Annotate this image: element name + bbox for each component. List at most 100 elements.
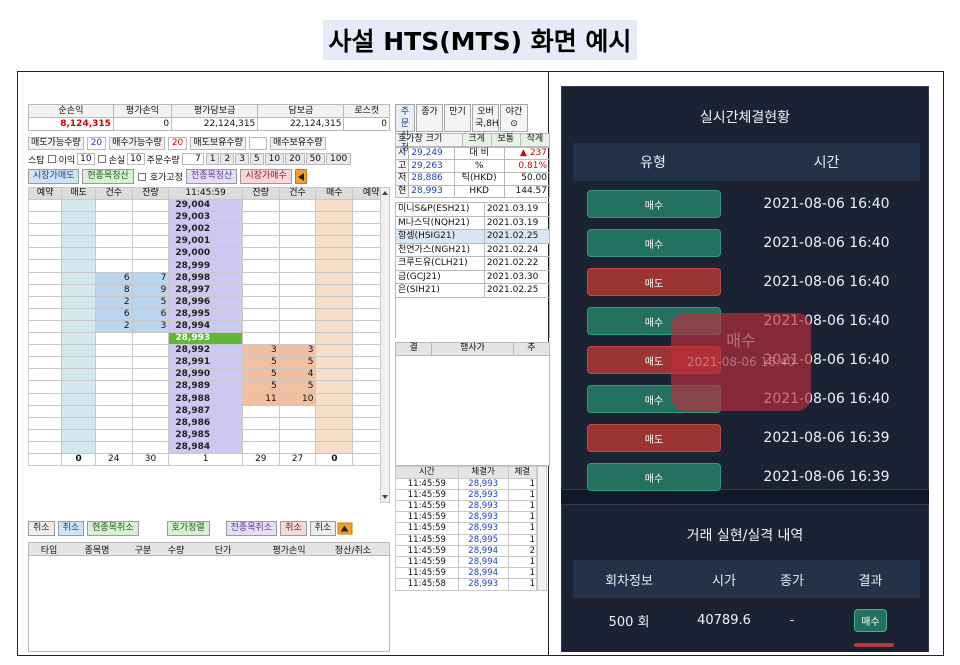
ladder-cell[interactable] [27, 319, 63, 334]
side-top-button[interactable]: 야간 ⊙ [500, 104, 528, 132]
qty-preset-button[interactable]: 2 [220, 153, 235, 165]
ladder-cell[interactable] [61, 380, 96, 394]
ladder-cell[interactable] [27, 307, 63, 321]
size-normal-button[interactable]: 보통 [490, 133, 521, 147]
ladder-cell[interactable] [315, 332, 354, 346]
ladder-row[interactable]: 2 3 28,994 [27, 319, 390, 334]
ladder-cell[interactable] [315, 271, 354, 285]
qty-preset-button[interactable]: 100 [326, 153, 352, 165]
ladder-cell[interactable] [27, 283, 63, 297]
ladder-row[interactable]: 6 7 28,998 [27, 271, 390, 285]
ladder-row[interactable]: 29,000 [27, 247, 390, 261]
cancel-button[interactable]: 호가정렬 [166, 520, 210, 536]
ladder-cell[interactable] [61, 356, 96, 370]
ladder-cell[interactable] [315, 356, 354, 370]
ladder-row[interactable]: 28,993 [27, 332, 390, 346]
qty-preset-button[interactable]: 5 [249, 153, 264, 165]
market-buy-button[interactable]: 시장가매수 [240, 169, 292, 184]
qty-preset-button[interactable]: 10 [264, 153, 285, 165]
qty-preset-button[interactable]: 1 [205, 153, 220, 165]
close-current-button[interactable]: 현종목청산 [82, 169, 134, 184]
cancel-button[interactable]: 현종목취소 [87, 520, 139, 536]
ladder-cell[interactable] [27, 428, 63, 442]
side-top-button[interactable]: 만기 [444, 104, 471, 132]
history-row[interactable]: 500 회 40789.6 - 매수 [573, 601, 920, 639]
ladder-cell[interactable] [61, 223, 96, 237]
ladder-cell[interactable] [61, 307, 96, 321]
ladder-row[interactable]: 28,988 11 10 [27, 392, 390, 406]
ladder-cell[interactable] [61, 368, 96, 382]
ladder-cell[interactable] [315, 247, 354, 261]
side-top-button[interactable]: 종가 [416, 104, 443, 132]
futures-item[interactable]: 은(SIH21) 2021.02.25 [395, 283, 551, 298]
futures-item[interactable]: 천연가스(NGH21) 2021.02.24 [395, 242, 551, 258]
ladder-cell[interactable] [315, 198, 354, 213]
tick-scrollbar[interactable] [537, 465, 547, 591]
ladder-cell[interactable] [27, 332, 63, 346]
ladder-row[interactable]: 28,987 [27, 404, 390, 418]
qty-preset-button[interactable]: 3 [235, 153, 249, 165]
ladder-row[interactable]: 28,991 5 5 [27, 356, 390, 370]
cancel-button[interactable]: 취소 [280, 520, 307, 536]
close-all-button[interactable]: 전종목청산 [185, 169, 238, 184]
fix-quote-checkbox[interactable] [137, 172, 146, 181]
futures-item[interactable]: 금(GCJ21) 2021.03.30 [395, 269, 551, 285]
fill-row[interactable]: 매수 2021-08-06 16:39 [573, 458, 920, 496]
ladder-cell[interactable] [61, 428, 96, 442]
up-arrow-icon[interactable] [337, 522, 353, 534]
ladder-cell[interactable] [315, 416, 354, 430]
ladder-cell[interactable] [61, 211, 96, 225]
ladder-cell[interactable] [61, 404, 96, 418]
fill-row[interactable]: 매수 2021-08-06 16:40 [573, 224, 920, 262]
ladder-cell[interactable] [27, 356, 63, 370]
ladder-cell[interactable] [315, 319, 354, 334]
ladder-cell[interactable] [27, 235, 63, 249]
ladder-cell[interactable] [61, 283, 96, 297]
ladder-cell[interactable] [61, 235, 96, 249]
ladder-cell[interactable] [315, 283, 354, 297]
ladder-row[interactable]: 8 9 28,997 [27, 283, 390, 297]
ladder-cell[interactable] [315, 428, 354, 442]
ladder-cell[interactable] [315, 440, 354, 454]
ladder-row[interactable]: 28,990 5 4 [27, 368, 390, 382]
ladder-row[interactable]: 29,004 [27, 198, 390, 213]
ladder-cell[interactable] [315, 307, 354, 321]
ladder-cell[interactable] [27, 295, 63, 309]
ladder-cell[interactable] [61, 295, 96, 309]
size-large-button[interactable]: 크게 [461, 133, 492, 147]
fill-row[interactable]: 매도 2021-08-06 16:39 [573, 419, 920, 457]
ladder-cell[interactable] [61, 259, 96, 273]
futures-item[interactable]: 미니S&P(ESH21) 2021.03.19 [395, 202, 551, 217]
ladder-cell[interactable] [315, 368, 354, 382]
ladder-cell[interactable] [27, 344, 63, 358]
ladder-row[interactable]: 6 6 28,995 [27, 307, 390, 321]
ladder-row[interactable]: 28,989 5 5 [27, 380, 390, 394]
ladder-cell[interactable] [61, 332, 96, 346]
futures-item[interactable]: 크루드유(CLH21) 2021.02.22 [395, 256, 551, 271]
ladder-cell[interactable] [315, 235, 354, 249]
ladder-cell[interactable] [27, 404, 63, 418]
profit-input[interactable]: 10 [77, 153, 95, 165]
futures-item[interactable]: 항셍(HSIG21) 2021.02.25 [395, 229, 551, 244]
side-top-button[interactable]: 오버 국,8H [472, 104, 499, 132]
size-small-button[interactable]: 작게 [519, 133, 551, 147]
ladder-cell[interactable] [27, 211, 63, 225]
collapse-arrow-icon[interactable] [294, 169, 307, 184]
loss-input[interactable]: 10 [127, 153, 145, 165]
cancel-button[interactable]: 취소 [57, 520, 85, 536]
ladder-cell[interactable] [315, 404, 354, 418]
profit-checkbox[interactable] [47, 155, 56, 163]
fill-row[interactable]: 매도 2021-08-06 16:40 [573, 263, 920, 301]
scroll-down-icon[interactable] [382, 495, 388, 499]
scroll-up-icon[interactable] [382, 191, 388, 195]
market-sell-button[interactable]: 시장가매도 [28, 169, 80, 184]
ladder-cell[interactable] [61, 271, 96, 285]
ladder-row[interactable]: 2 5 28,996 [27, 295, 390, 309]
ladder-cell[interactable] [27, 440, 63, 454]
ladder-row[interactable]: 29,002 [27, 223, 390, 237]
ladder-cell[interactable] [61, 247, 96, 261]
qty-preset-button[interactable]: 50 [305, 153, 326, 165]
ladder-cell[interactable] [27, 416, 63, 430]
ladder-row[interactable]: 29,001 [27, 235, 390, 249]
ladder-cell[interactable] [315, 259, 354, 273]
